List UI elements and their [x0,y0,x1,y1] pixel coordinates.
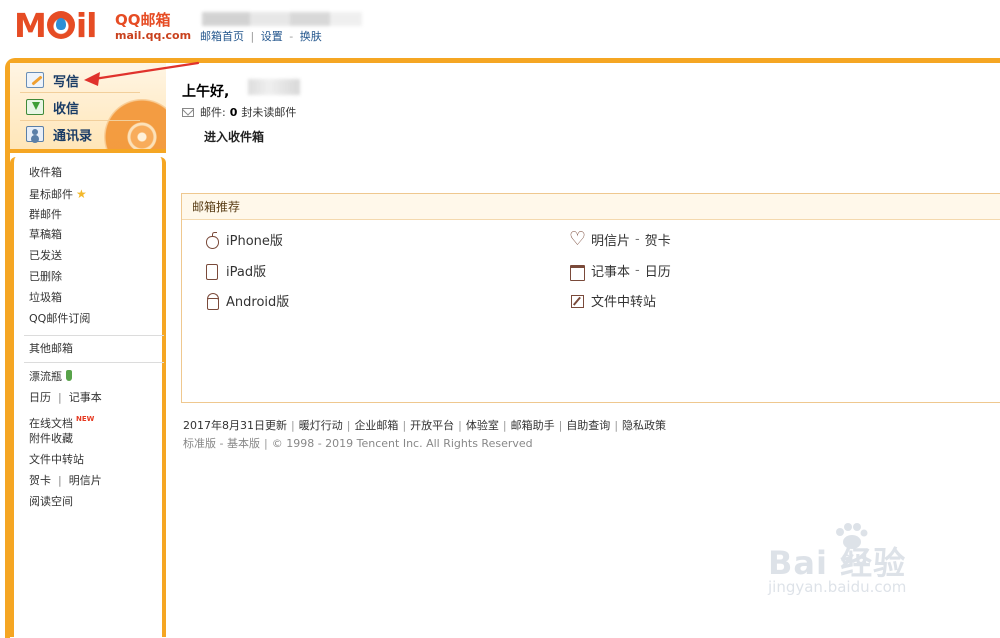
footer-links: 2017年8月31日更新 | 暖灯行动 | 企业邮箱 | 开放平台 | 体验室 | 邮箱助手 | 自助查… [183,419,667,432]
unread-summary: 邮件: 0 封未读邮件 [182,104,296,120]
user-name-blurred [248,79,300,95]
postcard-greeting-link[interactable]: 明信片-贺卡 [569,228,671,250]
footer-update-link[interactable]: 2017年8月31日更新 [183,419,287,432]
footer-lab-link[interactable]: 体验室 [466,419,499,432]
android-icon [204,292,220,310]
attachments-link[interactable]: 附件收藏 [29,429,102,450]
orange-slice-decoration [104,99,166,149]
online-docs-link[interactable]: 在线文档 NEW [29,409,102,430]
header-links: 邮箱首页 | 设置 - 换肤 [200,30,322,43]
contacts-icon [26,126,44,142]
folder-sent[interactable]: 已发送 [29,246,90,267]
android-version-link[interactable]: Android版 [204,291,289,310]
notes-link[interactable]: 记事本 [69,391,102,404]
postcard-link[interactable]: 明信片 [69,474,102,487]
folder-drafts[interactable]: 草稿箱 [29,225,90,246]
footer-warm-light-link[interactable]: 暖灯行动 [299,419,343,432]
copyright-text: © 1998 - 2019 Tencent Inc. All Rights Re… [271,437,533,450]
folder-spam[interactable]: 垃圾箱 [29,288,90,309]
reading-space-link[interactable]: 阅读空间 [29,492,102,513]
qqmail-logo[interactable]: Mil QQ邮箱 mail.qq.com [14,6,191,46]
user-account-blurred [202,12,362,26]
folder-deleted[interactable]: 已删除 [29,267,90,288]
footer-privacy-link[interactable]: 隐私政策 [622,419,666,432]
envelope-icon [182,107,194,117]
write-icon [26,72,44,88]
app-list: 漂流瓶 日历 | 记事本 在线文档 NEW 附件收藏 文件中转站 贺卡 | 明信片 阅读空… [29,367,102,513]
notes-calendar-link[interactable]: 记事本 - 日历 [569,261,671,281]
watermark-url: jingyan.baidu.com [768,578,907,596]
folder-inbox[interactable]: 收件箱 [29,163,90,184]
apple-icon [204,231,220,249]
footer-open-platform-link[interactable]: 开放平台 [410,419,454,432]
file-transfer-icon [569,293,585,309]
contacts-button[interactable]: 通讯录 [26,123,92,145]
logo-mail-text: Mil [14,6,97,45]
recommend-title: 邮箱推荐 [182,194,1000,220]
write-mail-button[interactable]: 写信 [26,69,79,91]
sidebar: 写信 收信 通讯录 收件箱 星标邮件 ★ 群邮件 草稿箱 已发送 已删除 垃圾箱 … [10,63,166,637]
settings-link[interactable]: 设置 [261,30,283,43]
enter-inbox-link[interactable]: 进入收件箱 [204,128,264,145]
inbox-icon [26,99,44,115]
folder-group-mail[interactable]: 群邮件 [29,205,90,226]
logo-o-icon [46,11,75,39]
unread-count: 0 [229,105,238,119]
change-skin-link[interactable]: 换肤 [300,30,322,43]
folder-panel: 收件箱 星标邮件 ★ 群邮件 草稿箱 已发送 已删除 垃圾箱 QQ邮件订阅 其他邮… [10,157,166,637]
folder-list: 收件箱 星标邮件 ★ 群邮件 草稿箱 已发送 已删除 垃圾箱 QQ邮件订阅 [29,163,90,329]
heart-icon [569,228,586,250]
ipad-version-link[interactable]: iPad版 [204,261,266,280]
mailbox-home-link[interactable]: 邮箱首页 [200,30,244,43]
other-mailbox-link[interactable]: 其他邮箱 [29,339,73,360]
iphone-version-link[interactable]: iPhone版 [204,230,283,249]
footer: 2017年8月31日更新 | 暖灯行动 | 企业邮箱 | 开放平台 | 体验室 | 邮箱助手 | 自助查… [183,417,666,453]
recommend-panel: 邮箱推荐 iPhone版 iPad版 Android版 明信片-贺卡 记事本-日… [181,193,1000,403]
logo-cn: QQ邮箱 [115,11,171,29]
calendar-link[interactable]: 日历 [29,391,51,404]
greeting-card-link[interactable]: 贺卡 [29,474,51,487]
folder-subscriptions[interactable]: QQ邮件订阅 [29,309,90,330]
basic-version-link[interactable]: 基本版 [227,437,260,450]
calendar-icon [569,263,585,281]
footer-enterprise-link[interactable]: 企业邮箱 [354,419,398,432]
footer-assistant-link[interactable]: 邮箱助手 [511,419,555,432]
footer-copyright-line: 标准版 - 基本版 | © 1998 - 2019 Tencent Inc. All… [183,437,533,450]
bottle-icon [66,370,72,381]
folder-starred[interactable]: 星标邮件 ★ [29,184,90,205]
footer-self-service-link[interactable]: 自助查询 [566,419,610,432]
annotation-arrow [84,61,200,86]
new-badge: NEW [76,414,95,423]
baidu-watermark: Bai 经验 du jingyan.baidu.com [768,523,988,610]
file-transfer-link[interactable]: 文件中转站 [29,450,102,471]
receive-mail-button[interactable]: 收信 [26,96,79,118]
ipad-icon [204,263,220,280]
drift-bottle-link[interactable]: 漂流瓶 [29,367,102,388]
star-icon: ★ [76,186,87,201]
header: Mil QQ邮箱 mail.qq.com 邮箱首页 | 设置 - 换肤 [0,0,1000,58]
logo-url: mail.qq.com [115,29,192,42]
sidebar-divider [24,335,164,336]
file-transfer-station-link[interactable]: 文件中转站 [569,291,656,310]
standard-version-link[interactable]: 标准版 [183,437,216,450]
sidebar-divider [24,362,164,363]
